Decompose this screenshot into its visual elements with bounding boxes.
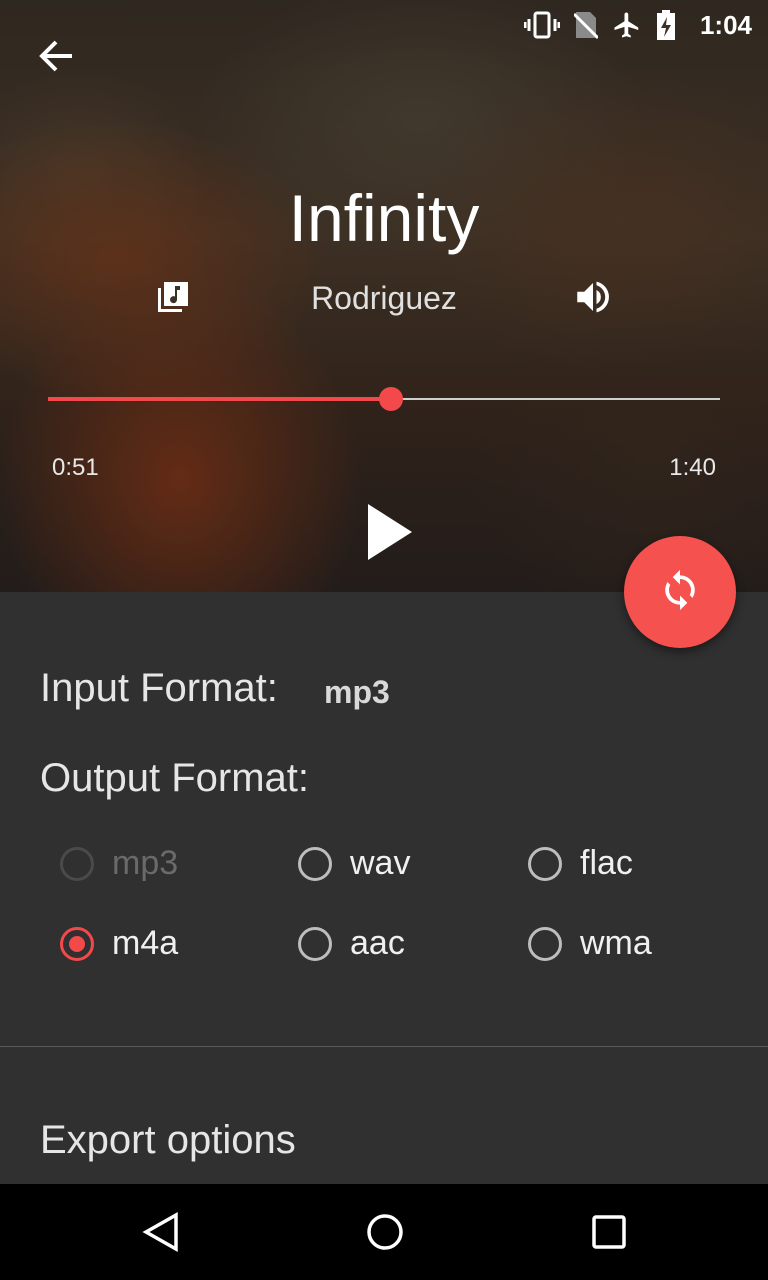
radio-wma[interactable]: wma (528, 924, 652, 963)
nav-recents-button[interactable] (590, 1212, 628, 1257)
volume-up-icon (572, 281, 614, 322)
back-triangle-icon (142, 1211, 180, 1256)
radio-label: mp3 (112, 844, 179, 882)
radio-circle (60, 926, 94, 961)
radio-circle (298, 926, 332, 961)
seek-bar[interactable] (48, 387, 720, 411)
system-nav-bar (0, 1184, 768, 1280)
battery-charging-icon (656, 10, 676, 40)
artist-name: Rodriguez (311, 280, 457, 316)
radio-label: aac (350, 924, 405, 962)
seek-progress (48, 397, 391, 401)
export-options-header[interactable]: Export options (40, 1118, 296, 1163)
convert-fab-button[interactable] (624, 536, 736, 648)
track-title: Infinity (288, 181, 480, 255)
total-duration: 1:40 (669, 454, 716, 481)
volume-button[interactable] (572, 276, 614, 323)
output-format-label: Output Format: (40, 756, 309, 800)
radio-circle (528, 846, 562, 881)
radio-label: wav (350, 844, 411, 882)
elapsed-time: 0:51 (52, 454, 99, 481)
nav-home-button[interactable] (366, 1212, 404, 1257)
status-icons (524, 10, 676, 40)
seek-thumb[interactable] (378, 387, 403, 411)
radio-label: m4a (112, 924, 179, 962)
vibrate-icon (524, 11, 560, 39)
play-icon (366, 504, 412, 564)
radio-label: wma (580, 924, 652, 962)
recents-square-icon (590, 1215, 628, 1256)
radio-aac[interactable]: aac (298, 924, 405, 963)
play-button[interactable] (366, 504, 412, 565)
nav-back-button[interactable] (142, 1211, 180, 1257)
input-format-label: Input Format: (40, 666, 278, 710)
radio-wav[interactable]: wav (298, 844, 410, 883)
arrow-back-icon (36, 40, 76, 80)
airplane-icon (612, 10, 642, 40)
radio-circle (298, 846, 332, 881)
no-sim-icon (574, 10, 598, 40)
section-divider (0, 1046, 768, 1047)
radio-mp3[interactable]: mp3 (60, 844, 178, 883)
radio-m4a[interactable]: m4a (60, 924, 178, 963)
sync-icon (658, 568, 702, 617)
radio-circle (60, 846, 94, 881)
home-circle-icon (366, 1214, 404, 1256)
radio-circle (528, 926, 562, 961)
radio-flac[interactable]: flac (528, 844, 633, 883)
status-time: 1:04 (699, 10, 752, 40)
back-button[interactable] (36, 36, 76, 76)
input-format-value: mp3 (324, 674, 390, 710)
radio-label: flac (580, 844, 633, 882)
